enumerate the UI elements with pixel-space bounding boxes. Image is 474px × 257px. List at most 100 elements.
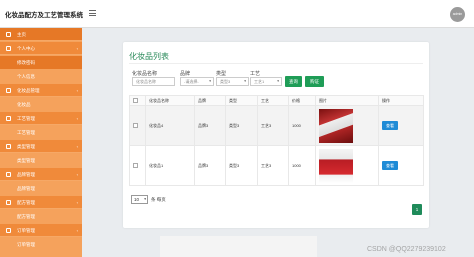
watermark: CSDN @QQ2279239102 [367,246,446,253]
user-avatar[interactable]: admin [450,7,465,22]
view-button[interactable]: 查看 [382,161,398,170]
page-size-value: 10 [134,197,140,202]
row-checkbox[interactable] [133,162,138,168]
sidebar-item-label: 订单管理 [17,228,35,233]
chevron-down-icon: ▾ [244,79,246,83]
product-image [319,108,353,143]
chevron-icon: ‹ [76,172,78,177]
brand-select-value: -请选择- [184,79,199,84]
table-header-row: 化妆品名称 品牌 类型 工艺 价格 图片 操作 [129,95,424,106]
brand-cell: 品牌3 [194,105,226,146]
chevron-icon: ‹ [76,228,78,233]
chevron-icon: ‹ [76,46,78,51]
sidebar-item-type-mgmt[interactable]: 类型管理 ‹ [0,140,82,153]
type-cell: 类型3 [225,105,258,146]
action-cell: 查看 [378,145,424,186]
sidebar-item-label: 类型管理 [17,144,35,149]
sidebar-item-label: 修改密码 [17,60,35,65]
sidebar-item-change-password[interactable]: 修改密码 [0,56,82,69]
row-select-cell[interactable] [129,145,146,186]
sidebar-item-order-mgmt[interactable]: 订单管理 ‹ [0,224,82,237]
sidebar-item-brand[interactable]: 品牌管理 [0,182,82,195]
cosmetics-list-card: 化妆品列表 化妆品名称 化妆品名称 品牌 -请选择- ▾ 类型 类型3 ▾ 工艺… [123,42,429,228]
craft-select[interactable]: 工艺1 ▾ [250,77,282,86]
sidebar-item-label: 主页 [17,32,26,37]
folder-icon [6,116,11,121]
select-all-header[interactable] [129,95,146,106]
row-select-cell[interactable] [129,105,146,146]
sidebar-item-label: 订单管理 [17,242,35,247]
reset-button[interactable]: 购证 [305,76,324,87]
table-row: 化妆品4 品牌3 类型3 工艺3 1000 查看 [129,105,424,146]
column-header: 工艺 [257,95,289,106]
folder-icon [6,200,11,205]
sidebar-item-label: 个人中心 [17,46,35,51]
sidebar-item-label: 配方管理 [17,214,35,219]
craft-filter-label: 工艺 [250,71,261,77]
folder-icon [6,228,11,233]
brand-cell: 品牌3 [194,145,226,186]
action-cell: 查看 [378,105,424,146]
sidebar-item-formula[interactable]: 配方管理 [0,210,82,223]
image-cell [315,105,379,146]
user-icon [6,46,11,51]
sidebar-item-label: 化妆品 [17,102,31,107]
chevron-down-icon: ▾ [277,79,279,83]
chevron-icon: ‹ [76,116,78,121]
page-size-select[interactable]: 10 ▾ [131,195,148,204]
sidebar-item-profile[interactable]: 个人信息 [0,70,82,83]
sidebar-item-brand-mgmt[interactable]: 品牌管理 ‹ [0,168,82,181]
type-filter-label: 类型 [216,71,227,77]
home-icon [6,32,11,37]
image-cell [315,145,379,186]
page-size-suffix: 条 每页 [151,197,166,202]
sidebar-item-cosmetics[interactable]: 化妆品 [0,98,82,111]
column-header: 品牌 [194,95,226,106]
query-button[interactable]: 查询 [285,76,302,87]
sidebar-item-craft-mgmt[interactable]: 工艺管理 ‹ [0,112,82,125]
sidebar-item-label: 品牌管理 [17,172,35,177]
hamburger-menu-icon[interactable] [89,10,96,16]
name-search-input[interactable]: 化妆品名称 [132,77,175,86]
sidebar-item-craft[interactable]: 工艺管理 [0,126,82,139]
footer-panel [160,236,317,257]
column-header: 操作 [378,95,424,106]
craft-cell: 工艺3 [257,145,289,186]
sidebar-item-order[interactable]: 订单管理 [0,238,82,251]
type-select[interactable]: 类型3 ▾ [216,77,249,86]
sidebar-item-type[interactable]: 类型管理 [0,154,82,167]
chevron-down-icon: ▾ [209,79,211,83]
chevron-icon: ‹ [76,200,78,205]
brand-filter-label: 品牌 [180,71,191,77]
sidebar: 主页 个人中心 ‹ 修改密码 个人信息 化妆品管理 ‹ 化妆品 工艺管理 ‹ 工… [0,28,82,257]
select-all-checkbox[interactable] [133,97,138,103]
view-button[interactable]: 查看 [382,121,398,130]
sidebar-item-formula-mgmt[interactable]: 配方管理 ‹ [0,196,82,209]
chevron-icon: ‹ [76,144,78,149]
column-header: 化妆品名称 [145,95,195,106]
name-filter-label: 化妆品名称 [132,71,158,77]
cosmetics-table: 化妆品名称 品牌 类型 工艺 价格 图片 操作 化妆品4 品牌3 类型3 工艺3… [129,95,424,186]
sidebar-item-cosmetics-mgmt[interactable]: 化妆品管理 ‹ [0,84,82,97]
price-cell: 1000 [288,105,316,146]
craft-cell: 工艺3 [257,105,289,146]
row-checkbox[interactable] [133,122,138,128]
brand-select[interactable]: -请选择- ▾ [180,77,214,86]
sidebar-item-label: 类型管理 [17,158,35,163]
sidebar-item-personal-center[interactable]: 个人中心 ‹ [0,42,82,55]
cosmetic-name-cell: 化妆品4 [145,105,195,146]
divider [129,63,423,64]
sidebar-item-label: 品牌管理 [17,186,35,191]
sidebar-item-label: 配方管理 [17,200,35,205]
folder-icon [6,144,11,149]
app-title: 化妆品配方及工艺管理系统 [5,12,83,19]
sidebar-item-home[interactable]: 主页 [0,28,82,41]
product-image [319,148,353,183]
top-header: 化妆品配方及工艺管理系统 admin [0,0,474,28]
sidebar-item-label: 化妆品管理 [17,88,40,93]
folder-icon [6,88,11,93]
chevron-icon: ‹ [76,88,78,93]
current-page-button[interactable]: 1 [412,204,422,215]
column-header: 图片 [315,95,379,106]
column-header: 类型 [225,95,258,106]
